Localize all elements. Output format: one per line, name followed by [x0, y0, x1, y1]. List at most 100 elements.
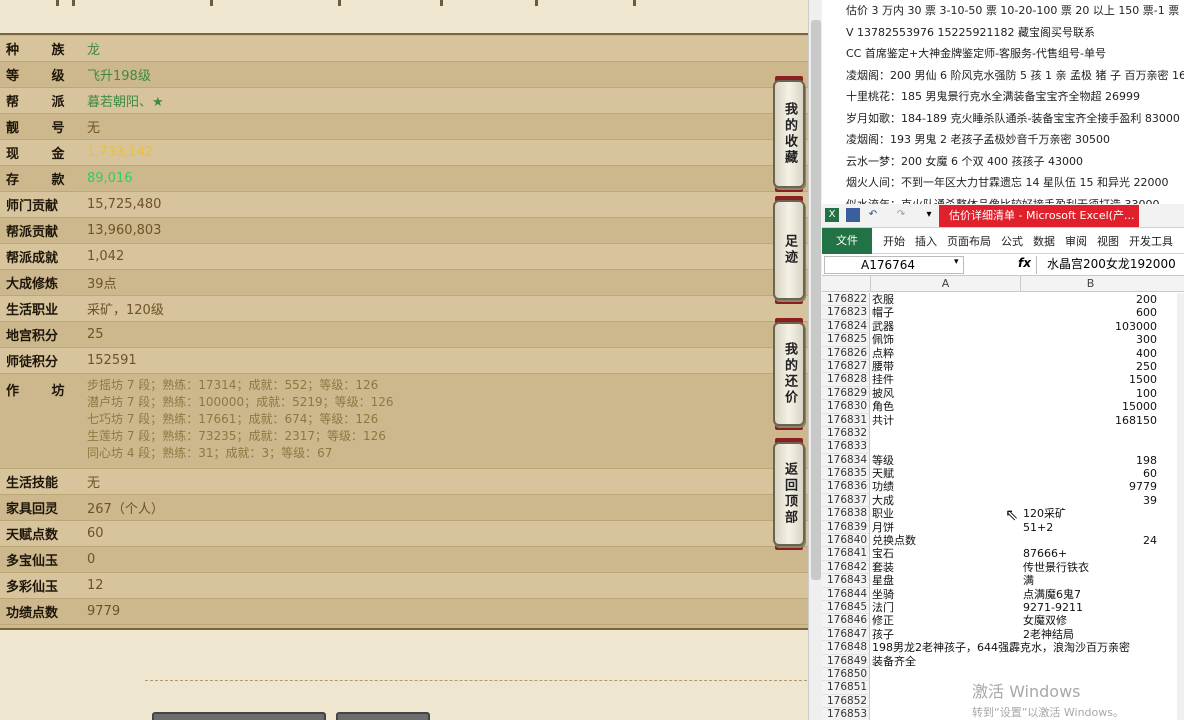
bottom-button-2[interactable] — [336, 712, 430, 720]
cell-b[interactable]: 250 — [1021, 360, 1161, 373]
cell-a[interactable]: 佩饰 — [872, 333, 1020, 346]
cell-b[interactable]: 9271-9211 — [1021, 601, 1161, 614]
cell-b[interactable]: 1500 — [1021, 373, 1161, 386]
row-number[interactable]: 176824 — [822, 319, 870, 334]
row-number[interactable]: 176843 — [822, 574, 870, 588]
game-scrollbar-thumb[interactable] — [811, 20, 821, 580]
cell-a[interactable]: 法门 — [872, 601, 1020, 614]
row-number[interactable]: 176845 — [822, 600, 870, 615]
row-number[interactable]: 176846 — [822, 614, 870, 628]
cell-a[interactable]: 宝石 — [872, 547, 1020, 560]
row-number[interactable]: 176839 — [822, 520, 870, 535]
cell-b[interactable]: 51+2 — [1021, 521, 1161, 534]
row-number[interactable]: 176823 — [822, 306, 870, 320]
undo-icon[interactable]: ↶ — [866, 208, 880, 222]
cell-b[interactable]: 400 — [1021, 347, 1161, 360]
cell-a[interactable]: 套装 — [872, 561, 1020, 574]
ribbon-tab[interactable]: 公式 — [1001, 233, 1023, 249]
side-tab-my-bargain[interactable]: 我的还价 — [773, 322, 805, 426]
ribbon-tab[interactable]: 页面布局 — [947, 233, 991, 249]
row-number[interactable]: 176851 — [822, 681, 870, 695]
cell-b[interactable]: 103000 — [1021, 320, 1161, 333]
save-icon[interactable] — [846, 208, 860, 222]
side-tab-back-to-top[interactable]: 返回顶部 — [773, 442, 805, 546]
cell-b[interactable]: 100 — [1021, 387, 1161, 400]
row-number[interactable]: 176847 — [822, 627, 870, 642]
side-tab-my-collection[interactable]: 我的收藏 — [773, 80, 805, 188]
cell-b[interactable]: 2老神结局 — [1021, 628, 1161, 641]
cell-b[interactable]: 女魔双修 — [1021, 614, 1161, 627]
row-number[interactable]: 176835 — [822, 467, 870, 481]
row-number[interactable]: 176830 — [822, 400, 870, 414]
row-number[interactable]: 176850 — [822, 667, 870, 682]
cell-b[interactable]: 300 — [1021, 333, 1161, 346]
cell-a[interactable]: 修正 — [872, 614, 1020, 627]
ribbon-tab[interactable]: 插入 — [915, 233, 937, 249]
row-number[interactable]: 176849 — [822, 654, 870, 668]
cell-b[interactable]: 点满魔6鬼7 — [1021, 588, 1161, 601]
cell-b[interactable]: 60 — [1021, 467, 1161, 480]
row-number[interactable]: 176840 — [822, 534, 870, 548]
cell-a[interactable]: 兑换点数 — [872, 534, 1020, 547]
cell-a[interactable]: 武器 — [872, 320, 1020, 333]
row-number[interactable]: 176842 — [822, 560, 870, 575]
cell-b[interactable]: 198 — [1021, 454, 1161, 467]
row-number[interactable]: 176826 — [822, 346, 870, 360]
name-box[interactable]: A176764 — [824, 256, 964, 274]
row-number[interactable]: 176829 — [822, 386, 870, 401]
cell-b[interactable]: 9779 — [1021, 480, 1161, 493]
cell-a[interactable]: 天赋 — [872, 467, 1020, 480]
cell-a[interactable]: 帽子 — [872, 306, 1020, 319]
name-box-dropdown-icon[interactable]: ▾ — [954, 257, 959, 267]
cell-a[interactable]: 等级 — [872, 454, 1020, 467]
row-number[interactable]: 176827 — [822, 359, 870, 374]
ribbon-tab[interactable]: 数据 — [1033, 233, 1055, 249]
bottom-button-1[interactable] — [152, 712, 326, 720]
row-number[interactable]: 176825 — [822, 333, 870, 347]
row-number[interactable]: 176836 — [822, 480, 870, 494]
cell-a[interactable]: 月饼 — [872, 521, 1020, 534]
cell-b[interactable]: 168150 — [1021, 414, 1161, 427]
column-header-b[interactable]: B — [1020, 276, 1160, 292]
cell-a[interactable]: 衣服 — [872, 293, 1020, 306]
row-number[interactable]: 176822 — [822, 293, 870, 307]
cell-a[interactable]: 职业 — [872, 507, 1020, 520]
row-number[interactable]: 176848 — [822, 641, 870, 655]
ribbon-tab[interactable]: 开始 — [883, 233, 905, 249]
insert-function-icon[interactable]: fx — [1018, 256, 1031, 270]
cell-a[interactable]: 大成 — [872, 494, 1020, 507]
cell-b[interactable]: 满 — [1021, 574, 1161, 587]
row-number[interactable]: 176828 — [822, 373, 870, 387]
row-number[interactable]: 176844 — [822, 587, 870, 601]
cell-a[interactable]: 挂件 — [872, 373, 1020, 386]
cell-a[interactable]: 共计 — [872, 414, 1020, 427]
row-number[interactable]: 176832 — [822, 426, 870, 441]
cell-a[interactable]: 孩子 — [872, 628, 1020, 641]
cell-b[interactable]: 24 — [1021, 534, 1161, 547]
cell-a[interactable]: 点粹 — [872, 347, 1020, 360]
cell-b[interactable]: 39 — [1021, 494, 1161, 507]
row-number[interactable]: 176852 — [822, 694, 870, 709]
side-tab-footprint[interactable]: 足迹 — [773, 200, 805, 300]
cell-b[interactable]: 传世景行铁衣 — [1021, 561, 1161, 574]
ribbon-tab[interactable]: 审阅 — [1065, 233, 1087, 249]
row-number[interactable]: 176833 — [822, 440, 870, 454]
row-number[interactable]: 176831 — [822, 413, 870, 427]
cell-b[interactable]: 87666+ — [1021, 547, 1161, 560]
cell-a[interactable]: 腰带 — [872, 360, 1020, 373]
cell-a[interactable]: 披风 — [872, 387, 1020, 400]
cell-a[interactable]: 星盘 — [872, 574, 1020, 587]
ribbon-tab[interactable]: 视图 — [1097, 233, 1119, 249]
game-scrollbar[interactable] — [808, 0, 822, 720]
row-number[interactable]: 176837 — [822, 493, 870, 508]
formula-input[interactable]: 水晶宫200女龙192000 — [1036, 256, 1184, 274]
row-number[interactable]: 176841 — [822, 547, 870, 561]
excel-vertical-scrollbar[interactable] — [1177, 293, 1184, 720]
row-number[interactable]: 176853 — [822, 708, 870, 720]
cell-a[interactable]: 装备齐全 — [872, 655, 1020, 668]
row-number[interactable]: 176834 — [822, 453, 870, 468]
redo-icon[interactable]: ↷ — [894, 208, 908, 222]
cell-b[interactable]: 15000 — [1021, 400, 1161, 413]
cell-a[interactable]: 功绩 — [872, 480, 1020, 493]
row-number[interactable]: 176838 — [822, 507, 870, 521]
